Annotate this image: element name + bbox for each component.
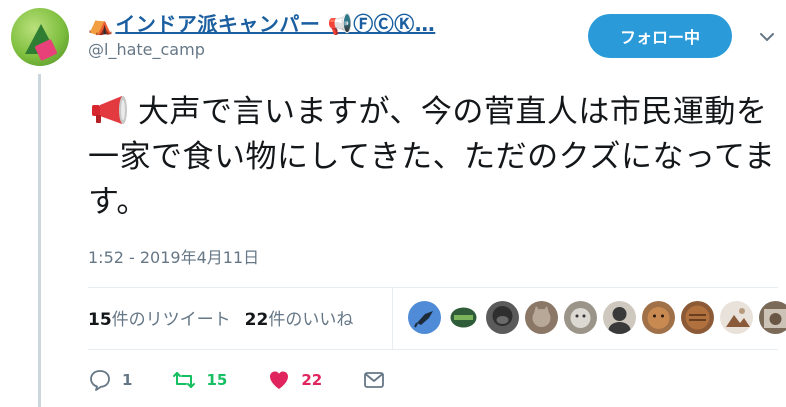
likes-stat[interactable]: 22件のいいね — [245, 305, 354, 330]
liker-avatar[interactable] — [720, 301, 753, 334]
retweet-icon — [173, 372, 196, 388]
cat-icon — [532, 306, 551, 327]
retweet-count: 15 — [206, 371, 228, 389]
stats-separator — [392, 287, 393, 349]
like-count: 22 — [301, 371, 323, 389]
cat-face-icon — [647, 307, 670, 329]
green-badge-icon — [450, 307, 477, 328]
tabby-cat-icon — [685, 305, 710, 330]
retweets-label: 件のリツイート — [111, 310, 231, 330]
liker-avatar[interactable] — [642, 301, 675, 334]
chevron-down-icon[interactable] — [757, 27, 777, 47]
retweets-stat[interactable]: 15件のリツイート — [88, 305, 231, 330]
author-handle[interactable]: @l_hate_camp — [88, 40, 205, 59]
liker-avatar[interactable] — [681, 301, 714, 334]
divider-top — [88, 287, 778, 288]
reply-icon — [90, 370, 110, 391]
liker-avatar[interactable] — [408, 301, 441, 334]
liker-avatar[interactable] — [603, 301, 636, 334]
liker-avatar[interactable] — [486, 301, 519, 334]
mail-icon — [364, 372, 385, 388]
person-icon — [608, 307, 631, 334]
heart-icon — [270, 371, 289, 389]
tweet-body: 大声で言いますが、今の菅直人は市民運動を一家で食い物にしてきた、ただのクズになっ… — [88, 94, 776, 220]
likes-label: 件のいいね — [268, 310, 354, 330]
gorilla-icon — [492, 306, 513, 326]
tent-emoji-icon: ⛺ — [88, 12, 114, 36]
bird-icon — [414, 311, 433, 328]
photo-icon — [726, 308, 750, 327]
like-button[interactable]: 22 — [267, 368, 322, 392]
liker-avatar[interactable] — [759, 301, 786, 334]
action-bar: 1 15 22 — [88, 368, 436, 392]
liker-avatar[interactable] — [564, 301, 597, 334]
cat-photo-icon — [764, 309, 786, 328]
liker-avatars — [408, 301, 786, 334]
liker-avatar[interactable] — [447, 301, 480, 334]
author-avatar[interactable] — [11, 8, 69, 66]
engagement-stats: 15件のリツイート 22件のいいね — [88, 305, 353, 330]
direct-message-button[interactable] — [362, 368, 396, 392]
likes-count: 22 — [244, 310, 269, 330]
retweets-count: 15 — [88, 310, 112, 330]
dog-icon — [570, 308, 591, 328]
tweet-text: 大声で言いますが、今の菅直人は市民運動を一家で食い物にしてきた、ただのクズになっ… — [88, 90, 778, 225]
thread-line — [38, 74, 41, 407]
liker-avatar[interactable] — [525, 301, 558, 334]
display-name-text: インドア派キャンパー 📢ⒻⒸⓀ… — [115, 12, 436, 36]
reply-button[interactable]: 1 — [88, 368, 132, 392]
author-display-name[interactable]: ⛺ インドア派キャンパー 📢ⒻⒸⓀ… — [88, 8, 435, 37]
tweet-timestamp[interactable]: 1:52 - 2019年4月11日 — [88, 244, 259, 268]
megaphone-icon — [92, 96, 127, 124]
following-button[interactable]: フォロー中 — [588, 14, 732, 58]
divider-bottom — [88, 349, 778, 350]
reply-count: 1 — [122, 371, 133, 389]
retweet-button[interactable]: 15 — [172, 368, 227, 392]
